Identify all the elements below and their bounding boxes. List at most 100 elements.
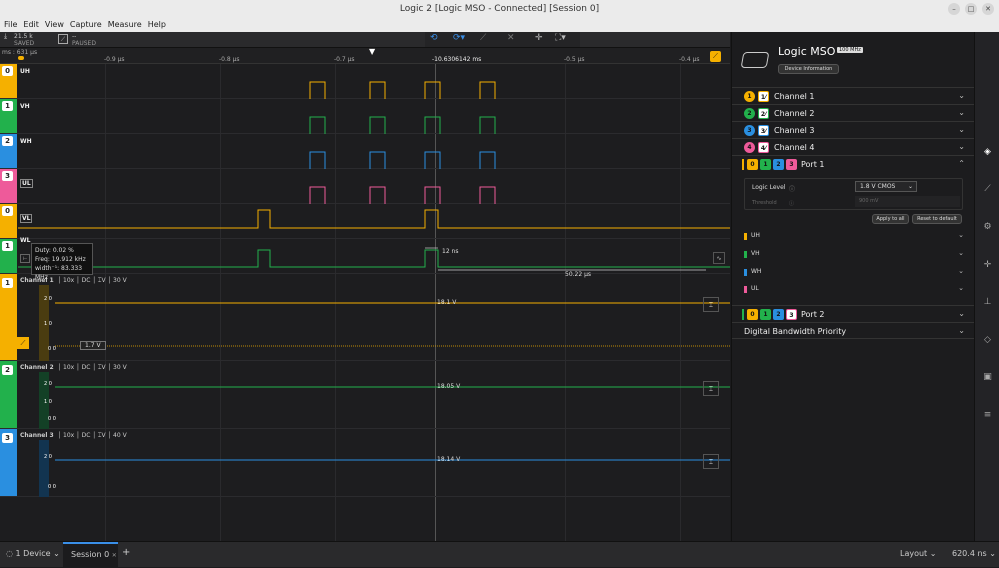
threshold-label: Threshold — [752, 200, 777, 206]
device-settings-icon[interactable]: ◈ — [982, 147, 993, 158]
chevron-down-icon: ⌄ — [958, 231, 964, 239]
menu-help[interactable]: Help — [145, 18, 169, 32]
port-signal-vh[interactable]: VH ⌄ — [744, 249, 964, 263]
logic-level-box: Logic Level ⓘ 1.8 V CMOS ⌄ Threshold ⓘ 90… — [744, 178, 963, 210]
device-badge: 100 MHz — [837, 47, 863, 53]
chevron-down-icon: ⌄ — [958, 108, 965, 117]
reset-default-button[interactable]: Reset to default — [912, 214, 962, 224]
port-signal-uh[interactable]: UH ⌄ — [744, 231, 964, 245]
signal-vl — [18, 209, 730, 229]
device-info-button[interactable]: Device Information — [778, 64, 839, 74]
menu-file[interactable]: File — [0, 18, 20, 32]
trigger-marker-icon[interactable] — [18, 56, 24, 60]
analog-row-channel-1[interactable]: 1 Channel 1 │ 10x │ DC │ ⌶V │ 30 V 2 0 1… — [0, 274, 730, 361]
digital-row-vl[interactable]: 0 VL — [0, 204, 730, 239]
signal-wh — [309, 151, 496, 169]
measurements-icon[interactable]: ✛ — [982, 260, 993, 271]
minimize-icon[interactable]: – — [948, 3, 960, 15]
menu-capture[interactable]: Capture — [67, 18, 105, 32]
info-icon: ⓘ — [789, 201, 795, 207]
layout-dropdown[interactable]: Layout ⌄ — [900, 549, 936, 558]
notes-icon[interactable]: ◇ — [982, 335, 993, 346]
list-icon[interactable]: ≡ — [982, 410, 993, 421]
threshold-input: 900 mV — [855, 196, 960, 207]
menu-measure[interactable]: Measure — [105, 18, 145, 32]
trigger-icon: ⟋ — [58, 34, 68, 44]
trace-channel-2 — [55, 386, 730, 388]
measurement-tooltip: Duty: 0.02 % Freq: 19.912 kHz width⁻¹: 8… — [31, 243, 93, 281]
cursor-mode-icon[interactable]: ⟳▾ — [453, 33, 465, 43]
chevron-down-icon: ⌄ — [989, 549, 996, 558]
device-tab[interactable]: ◌ 1 Device ⌄ — [6, 549, 60, 558]
chevron-down-icon: ⌄ — [958, 249, 964, 257]
analog-row-channel-3[interactable]: 3 Channel 3 │ 10x │ DC │ ⌶V │ 40 V 2 0 0… — [0, 429, 730, 497]
panel-channel-1[interactable]: 1 1⁄ Channel 1 ⌄ — [732, 87, 975, 104]
session-tab[interactable]: Session 0 ✕ — [63, 542, 118, 568]
tooltip-width: width⁻¹: 83.333 MHz — [35, 265, 83, 281]
chevron-down-icon: ⌄ — [53, 549, 60, 558]
trigger-edge-icon[interactable]: ⟋ — [17, 337, 29, 349]
digital-row-uh[interactable]: 0 UH — [0, 64, 730, 99]
center-marker-icon[interactable]: ▼ — [369, 47, 375, 56]
cursor-value: 18.05 V — [437, 383, 461, 390]
chevron-down-icon: ⌄ — [958, 284, 964, 292]
marker-tool-icon[interactable]: ✕ — [507, 33, 515, 43]
close-icon[interactable]: ✕ — [982, 3, 994, 15]
zoom-fit-icon[interactable]: ⛶▾ — [555, 33, 566, 43]
samples-indicator[interactable]: ⤓ 21.5 k SAVED — [4, 33, 52, 48]
panel-channel-2[interactable]: 2 2⁄ Channel 2 ⌄ — [732, 104, 975, 121]
analyzers-icon[interactable]: ⟋ — [982, 184, 993, 195]
trigger-level[interactable]: 1.7 V — [80, 341, 106, 350]
window-title: Logic 2 [Logic MSO - Connected] [Session… — [399, 4, 600, 14]
trigger-settings-icon[interactable]: ⟋ — [710, 51, 721, 62]
ruler-tick: -0.7 µs — [334, 56, 355, 63]
logic-level-select[interactable]: 1.8 V CMOS ⌄ — [855, 181, 917, 192]
status-bar: ◌ 1 Device ⌄ Session 0 ✕ + Layout ⌄ 620.… — [0, 541, 999, 568]
chevron-down-icon: ⌄ — [958, 326, 965, 335]
info-icon: ⓘ — [789, 186, 796, 193]
menu-edit[interactable]: Edit — [20, 18, 42, 32]
view-tools: ⟲ ⟳▾ ⟋ ✕ ✛ ⛶▾ — [425, 32, 580, 47]
autoscale-icon[interactable]: ⌶ — [703, 381, 719, 396]
panel-channel-4[interactable]: 4 4⁄ Channel 4 ⌄ — [732, 138, 975, 155]
panel-port-2[interactable]: 0 1 2 3 Port 2 ⌄ — [732, 305, 975, 322]
digital-row-wl[interactable]: 1 WL 12 ns 50.22 µs ∿ ⊢ — [0, 237, 730, 278]
right-sidebar: ◈ ⟋ ⚙ ✛ ⊥ ◇ ▣ ≡ — [974, 32, 999, 541]
ruler-center-time: -10.6306142 ms — [432, 56, 482, 63]
close-icon[interactable]: ✕ — [112, 552, 117, 559]
panel-bandwidth-priority[interactable]: Digital Bandwidth Priority ⌄ — [732, 322, 975, 339]
port-signal-wh[interactable]: WH ⌄ — [744, 267, 964, 281]
chevron-down-icon: ⌄ — [907, 183, 913, 190]
autoscale-icon[interactable]: ⌶ — [703, 297, 719, 312]
loop-icon[interactable]: ⟲ — [430, 33, 438, 43]
extensions-icon[interactable]: ⚙ — [982, 222, 993, 233]
panel-channel-3[interactable]: 3 3⁄ Channel 3 ⌄ — [732, 121, 975, 138]
apply-to-all-button[interactable]: Apply to all — [872, 214, 909, 224]
measure-icon[interactable]: ∿ — [713, 252, 725, 264]
menu-view[interactable]: View — [42, 18, 67, 32]
panel-port-1[interactable]: 0 1 2 3 Port 1 ⌃ — [732, 155, 975, 172]
digital-row-wh[interactable]: 2 WH — [0, 134, 730, 169]
time-ruler[interactable]: ms : 631 µs ▼ -0.9 µs -0.8 µs -0.7 µs -1… — [0, 47, 730, 64]
maximize-icon[interactable]: □ — [965, 3, 977, 15]
run-indicator[interactable]: ⟋ -- PAUSED — [58, 33, 102, 47]
autoscale-icon[interactable]: ⌶ — [703, 454, 719, 469]
timing-markers-icon[interactable]: ⊥ — [982, 297, 993, 308]
chevron-down-icon: ⌄ — [958, 142, 965, 151]
waveform-area[interactable]: 0 UH 1 VH 2 WH 3 UL 0 VL 1 WL 12 ns 50.2… — [0, 64, 730, 541]
channel-type-icon: 2⁄ — [758, 108, 769, 119]
layout-icon[interactable]: ▣ — [982, 372, 993, 383]
ruler-tick: -0.9 µs — [104, 56, 125, 63]
port-signal-ul[interactable]: UL ⌄ — [744, 284, 964, 298]
crosshair-icon[interactable]: ✛ — [535, 33, 543, 43]
add-session-icon[interactable]: + — [122, 547, 130, 558]
analog-row-channel-2[interactable]: 2 Channel 2 │ 10x │ DC │ ⌶V │ 30 V 2 0 1… — [0, 361, 730, 429]
digital-row-vh[interactable]: 1 VH — [0, 99, 730, 134]
ruler-tick: -0.5 µs — [564, 56, 585, 63]
trace-channel-3 — [55, 459, 730, 461]
signal-vh — [309, 116, 496, 134]
measure-toggle-icon[interactable]: ⊢ — [20, 254, 30, 263]
digital-row-ul[interactable]: 3 UL — [0, 169, 730, 204]
zoom-level[interactable]: 620.4 ns ⌄ — [952, 549, 996, 558]
measure-tool-icon[interactable]: ⟋ — [480, 33, 486, 43]
